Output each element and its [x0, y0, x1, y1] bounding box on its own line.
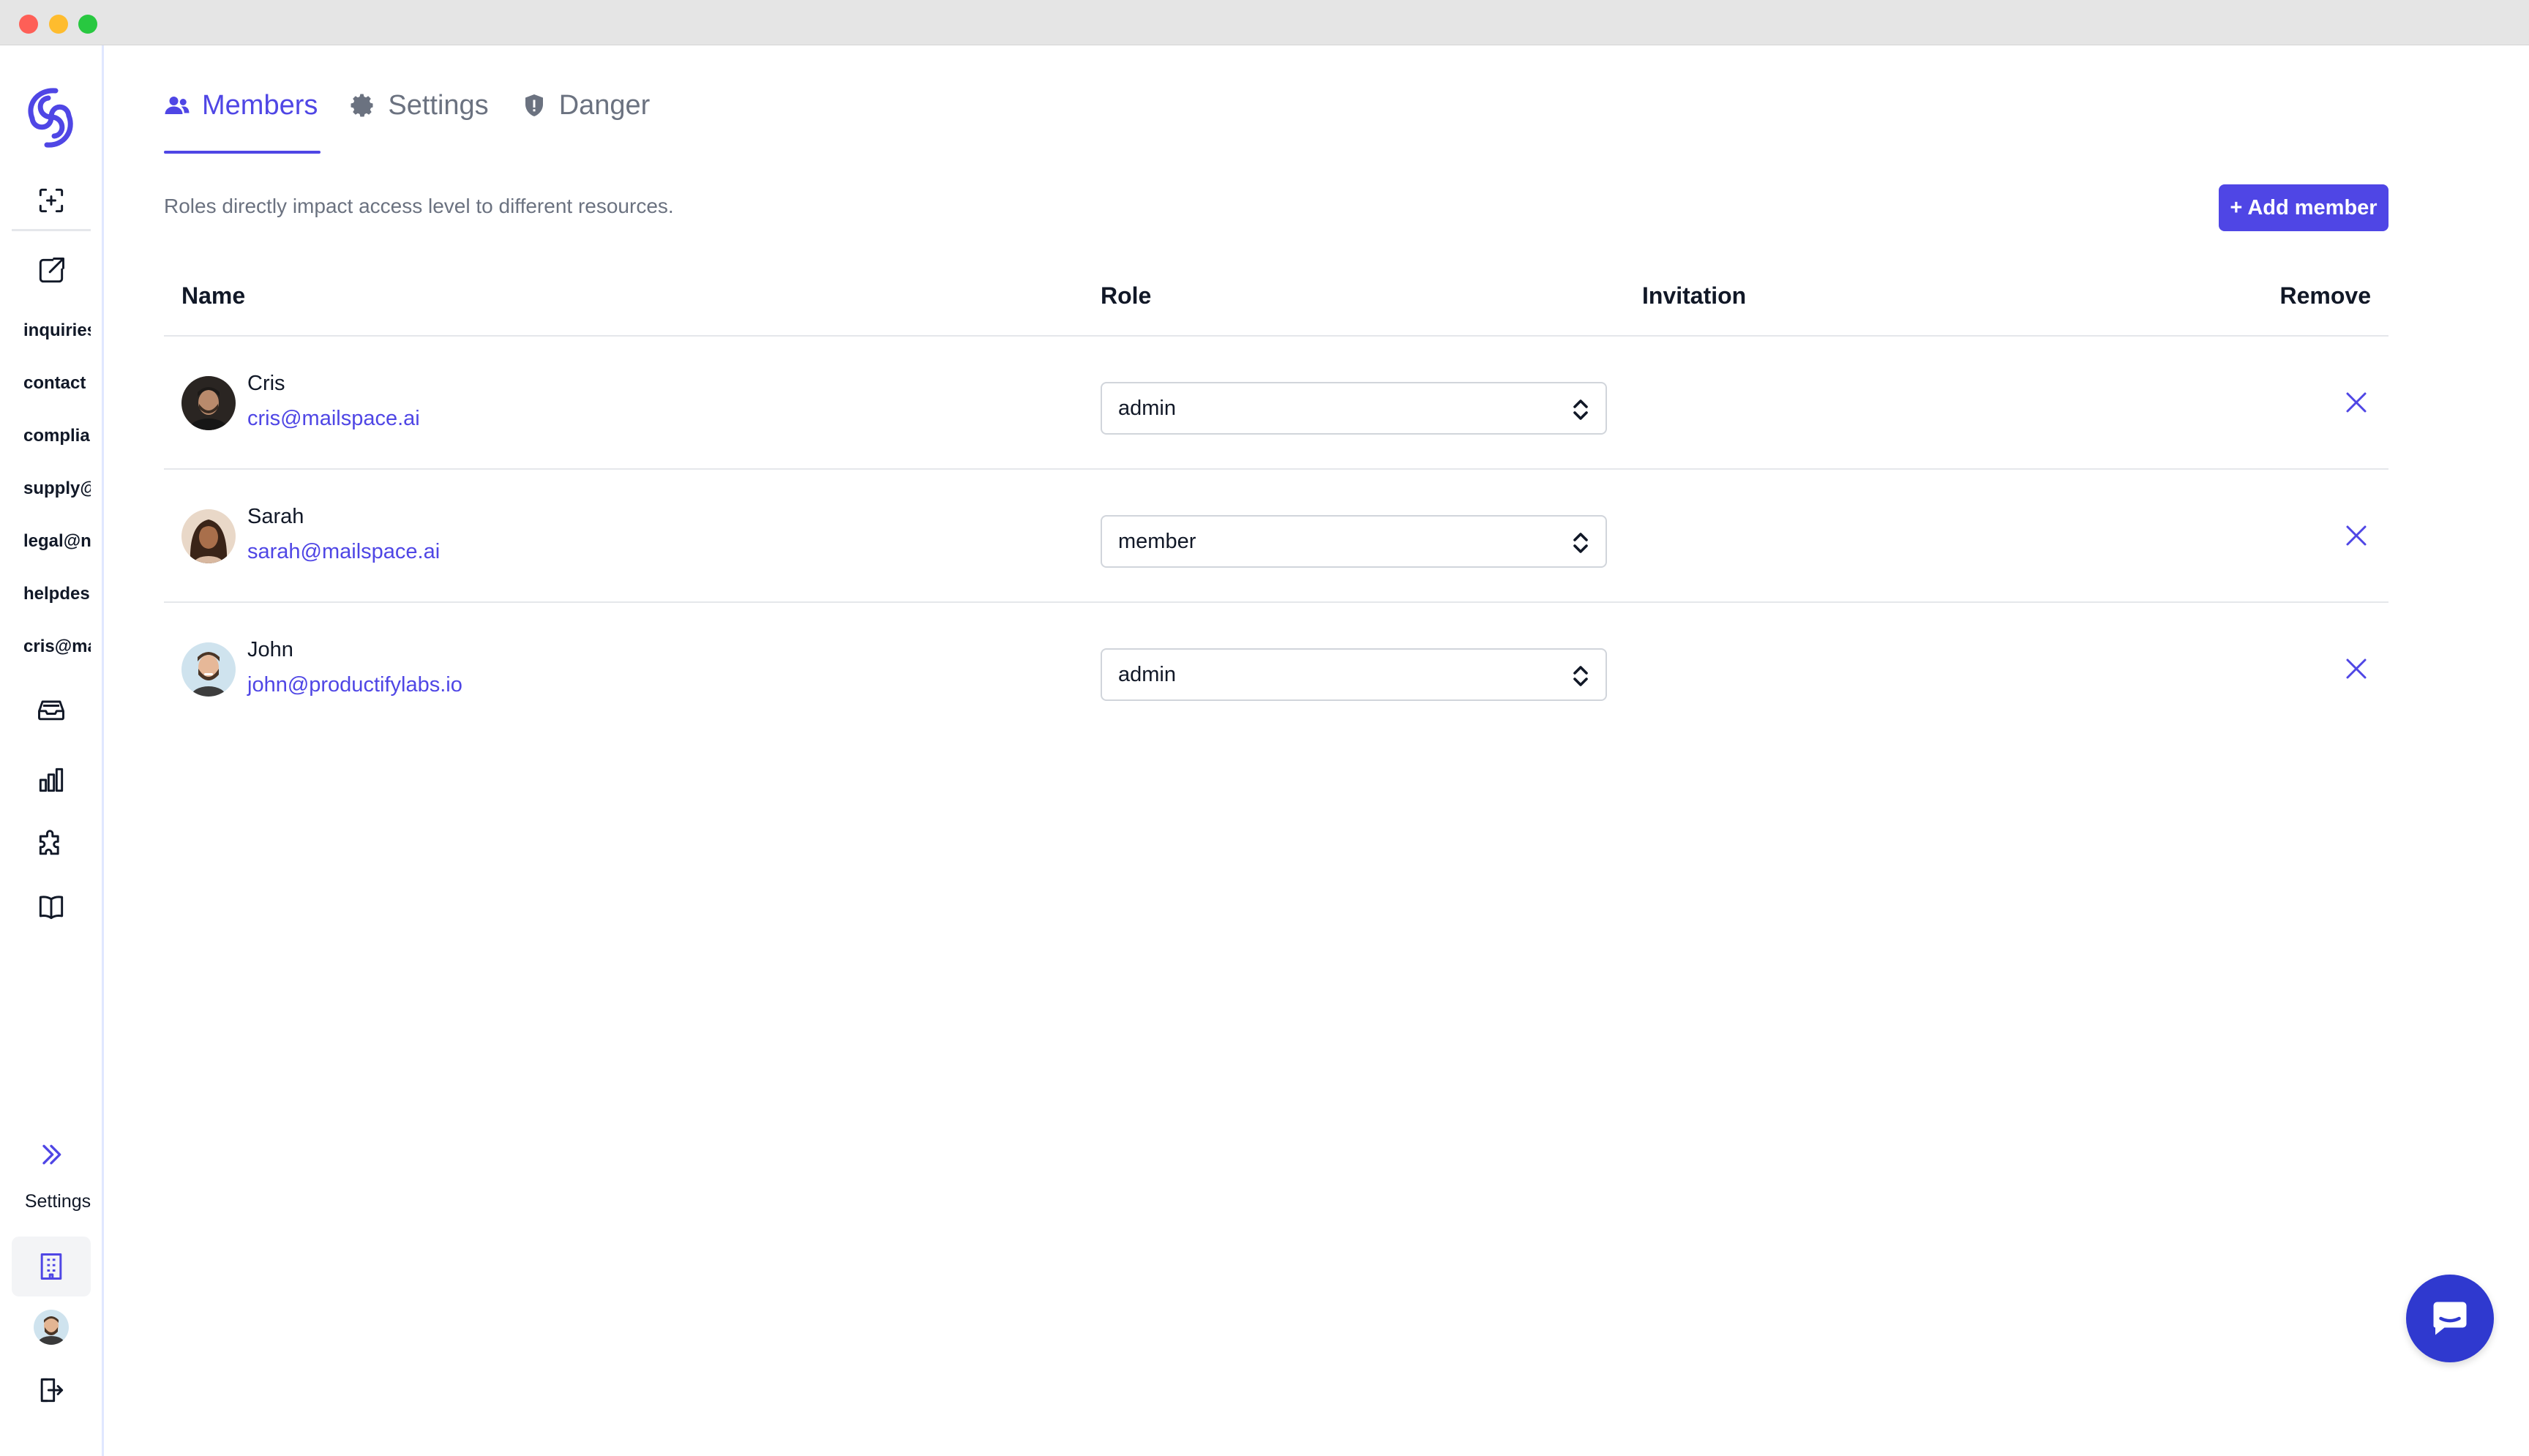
tab-settings[interactable]: Settings	[350, 82, 489, 129]
gear-icon	[351, 94, 373, 117]
remove-member-button[interactable]	[2337, 517, 2375, 555]
inbox-item[interactable]: legal@n	[23, 527, 91, 556]
tab-danger[interactable]: Danger	[521, 82, 651, 129]
maximize-window-button[interactable]	[78, 15, 97, 34]
role-select-value: admin	[1118, 662, 1176, 686]
remove-member-button[interactable]	[2337, 383, 2375, 421]
role-select[interactable]: admin	[1101, 382, 1607, 435]
roles-description: Roles directly impact access level to di…	[164, 195, 674, 217]
chat-bubble-icon	[2433, 1302, 2467, 1335]
member-email-link[interactable]: cris@mailspace.ai	[247, 407, 420, 431]
chevron-up-down-icon	[1573, 533, 1588, 553]
role-select[interactable]: member	[1101, 515, 1607, 568]
member-name: Cris	[247, 372, 285, 395]
chevron-up-down-icon	[1573, 666, 1588, 686]
chevron-up-down-icon	[1573, 399, 1588, 420]
role-select[interactable]: admin	[1101, 648, 1607, 701]
member-email-link[interactable]: sarah@mailspace.ai	[247, 540, 440, 564]
tab-label: Settings	[388, 89, 489, 121]
tab-members[interactable]: Members	[164, 82, 318, 129]
inbox-item[interactable]: contact	[23, 369, 91, 398]
book-icon[interactable]	[31, 887, 72, 928]
avatar	[181, 509, 236, 563]
analytics-icon[interactable]	[31, 759, 72, 800]
table-row: John john@productifylabs.io admin	[164, 603, 2388, 736]
scan-icon	[31, 180, 72, 221]
column-header-name: Name	[181, 282, 246, 309]
puzzle-icon[interactable]	[31, 824, 72, 865]
column-header-remove: Remove	[2279, 282, 2372, 309]
remove-member-button[interactable]	[2337, 650, 2375, 688]
chat-launcher-button[interactable]	[2406, 1275, 2494, 1362]
inbox-item[interactable]: complia	[23, 421, 91, 451]
tab-label: Danger	[558, 89, 651, 121]
close-window-button[interactable]	[19, 15, 38, 34]
table-header: Name Role Invitation Remove	[164, 271, 2388, 337]
active-tab-indicator	[164, 151, 321, 154]
member-name: Sarah	[247, 505, 304, 528]
inbox-item[interactable]: cris@ma	[23, 632, 91, 661]
scan-tab[interactable]	[12, 170, 91, 231]
inbox-item[interactable]: helpdes	[23, 579, 91, 609]
inbox-item[interactable]: supply@	[23, 474, 91, 503]
tab-label: Members	[202, 89, 318, 121]
column-header-role: Role	[1101, 282, 1152, 309]
inbox-item[interactable]: inquiries	[23, 316, 91, 345]
double-chevron-right-icon[interactable]	[31, 1134, 72, 1175]
close-icon	[2346, 392, 2367, 413]
inbox-tray-icon[interactable]	[31, 689, 72, 730]
spiral-logo-icon[interactable]	[20, 82, 82, 152]
sidebar-settings-label[interactable]: Settings	[0, 1191, 116, 1212]
compose-icon[interactable]	[31, 250, 72, 291]
user-avatar[interactable]	[34, 1310, 69, 1345]
role-select-value: admin	[1118, 396, 1176, 420]
role-select-value: member	[1118, 529, 1196, 553]
window-titlebar	[0, 0, 2529, 45]
shield-icon	[525, 94, 543, 116]
building-icon	[40, 1253, 62, 1280]
members-table: Name Role Invitation Remove Cris cris@ma…	[164, 271, 2388, 736]
avatar	[181, 376, 236, 430]
member-email-link[interactable]: john@productifylabs.io	[247, 673, 462, 697]
minimize-window-button[interactable]	[49, 15, 68, 34]
close-icon	[2346, 658, 2367, 679]
column-header-invitation: Invitation	[1642, 282, 1747, 309]
table-row: Sarah sarah@mailspace.ai member	[164, 470, 2388, 603]
logout-icon[interactable]	[31, 1370, 72, 1411]
member-name: John	[247, 638, 293, 661]
settings-tabs: Members Settings Danger	[164, 82, 682, 155]
sidebar: inquiries contact complia supply@ legal@…	[0, 45, 104, 1456]
table-row: Cris cris@mailspace.ai admin	[164, 337, 2388, 470]
users-icon	[165, 97, 190, 114]
avatar	[181, 642, 236, 697]
add-member-button[interactable]: + Add member	[2219, 184, 2388, 231]
close-icon	[2346, 525, 2367, 546]
organization-tab[interactable]	[12, 1237, 91, 1296]
